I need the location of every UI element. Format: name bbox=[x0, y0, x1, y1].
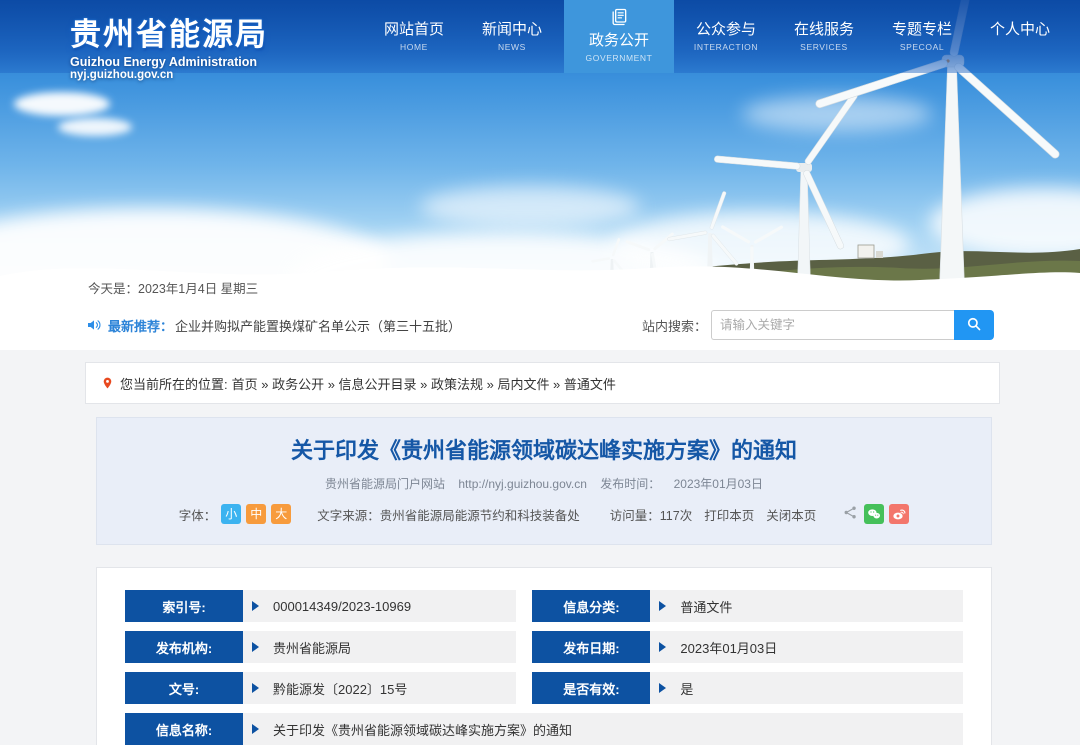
table-row-issuing-agency: 发布机构: 贵州省能源局 bbox=[125, 631, 516, 663]
site-logo-url: nyj.guizhou.gov.cn bbox=[70, 69, 342, 81]
breadcrumb-trail[interactable]: 首页 » 政务公开 » 信息公开目录 » 政策法规 » 局内文件 » 普通文件 bbox=[232, 374, 616, 393]
site-search: 站内搜索： bbox=[642, 310, 994, 340]
banner-photo: 贵州省能源局 Guizhou Energy Administration nyj… bbox=[0, 0, 1080, 300]
nav-item-label: 网站首页 bbox=[368, 18, 460, 39]
nav-item-sublabel: HOME bbox=[368, 42, 460, 52]
row-value: 关于印发《贵州省能源领域碳达峰实施方案》的通知 bbox=[243, 713, 963, 745]
row-label: 发布日期: bbox=[532, 631, 650, 663]
row-value: 000014349/2023-10969 bbox=[243, 590, 516, 622]
nav-item-label: 新闻中心 bbox=[466, 18, 558, 39]
article-title: 关于印发《贵州省能源领域碳达峰实施方案》的通知 bbox=[121, 438, 967, 464]
font-small-button[interactable]: 小 bbox=[221, 504, 241, 524]
visit-count: 访问量：117次 bbox=[610, 505, 692, 524]
text-source: 文字来源：贵州省能源局能源节约和科技装备处 bbox=[317, 505, 580, 524]
row-label: 是否有效: bbox=[532, 672, 650, 704]
speaker-icon bbox=[86, 317, 102, 333]
table-row-info-category: 信息分类: 普通文件 bbox=[532, 590, 963, 622]
nav-item-label: 个人中心 bbox=[974, 18, 1066, 39]
breadcrumb-prefix: 您当前所在的位置: bbox=[120, 374, 228, 393]
article-header-card: 关于印发《贵州省能源领域碳达峰实施方案》的通知 贵州省能源局门户网站 http:… bbox=[96, 417, 992, 545]
row-label: 信息名称: bbox=[125, 713, 243, 745]
search-button[interactable] bbox=[954, 310, 994, 340]
weibo-icon[interactable] bbox=[889, 504, 909, 524]
nav-item-interaction[interactable]: 公众参与 INTERACTION bbox=[680, 0, 772, 73]
page-body: 您当前所在的位置: 首页 » 政务公开 » 信息公开目录 » 政策法规 » 局内… bbox=[0, 350, 1080, 745]
table-row-validity: 是否有效: 是 bbox=[532, 672, 963, 704]
close-page-link[interactable]: 关闭本页 bbox=[766, 505, 816, 524]
share-nodes-icon[interactable] bbox=[842, 504, 859, 524]
nav-item-sublabel: SERVICES bbox=[778, 42, 870, 52]
row-value: 黔能源发〔2022〕15号 bbox=[243, 672, 516, 704]
nav-item-special[interactable]: 专题专栏 SPECOAL bbox=[876, 0, 968, 73]
publish-date: 2023年01月03日 bbox=[674, 477, 763, 491]
nav-item-label: 公众参与 bbox=[680, 18, 772, 39]
magnifier-icon bbox=[965, 315, 983, 336]
document-icon bbox=[564, 7, 674, 27]
row-value: 2023年01月03日 bbox=[650, 631, 963, 663]
row-label: 发布机构: bbox=[125, 631, 243, 663]
latest-recommend: 最新推荐： 企业并购拟产能置换煤矿名单公示（第三十五批） bbox=[86, 316, 461, 335]
source-url: http://nyj.guizhou.gov.cn bbox=[458, 477, 587, 491]
publish-label: 发布时间： bbox=[600, 477, 660, 491]
table-row-info-name: 信息名称: 关于印发《贵州省能源领域碳达峰实施方案》的通知 bbox=[125, 713, 963, 745]
share-bar bbox=[842, 504, 909, 524]
nav-item-personal-center[interactable]: 个人中心 bbox=[974, 0, 1066, 73]
row-label: 文号: bbox=[125, 672, 243, 704]
site-logo-subtitle: Guizhou Energy Administration bbox=[70, 55, 342, 69]
table-row-publish-date: 发布日期: 2023年01月03日 bbox=[532, 631, 963, 663]
site-logo-title: 贵州省能源局 bbox=[70, 9, 342, 54]
today-date-text: 今天是：2023年1月4日 星期三 bbox=[88, 278, 258, 297]
search-label: 站内搜索： bbox=[642, 316, 707, 335]
table-row-index-number: 索引号: 000014349/2023-10969 bbox=[125, 590, 516, 622]
nav-item-sublabel: SPECOAL bbox=[876, 42, 968, 52]
nav-item-sublabel: GOVERNMENT bbox=[564, 53, 674, 63]
nav-item-sublabel: NEWS bbox=[466, 42, 558, 52]
article-source-line: 贵州省能源局门户网站 http://nyj.guizhou.gov.cn 发布时… bbox=[121, 475, 967, 492]
nav-item-sublabel bbox=[974, 42, 1066, 51]
nav-item-home[interactable]: 网站首页 HOME bbox=[368, 0, 460, 73]
info-strip: 最新推荐： 企业并购拟产能置换煤矿名单公示（第三十五批） 站内搜索： bbox=[0, 300, 1080, 350]
print-page-link[interactable]: 打印本页 bbox=[704, 505, 754, 524]
nav-item-label: 政务公开 bbox=[564, 29, 674, 50]
recommend-label: 最新推荐： bbox=[108, 316, 173, 335]
row-value: 是 bbox=[650, 672, 963, 704]
font-size-label: 字体： bbox=[179, 505, 217, 524]
row-value: 普通文件 bbox=[650, 590, 963, 622]
search-input[interactable] bbox=[711, 310, 954, 340]
font-medium-button[interactable]: 中 bbox=[246, 504, 266, 524]
table-row-document-number: 文号: 黔能源发〔2022〕15号 bbox=[125, 672, 516, 704]
row-value: 贵州省能源局 bbox=[243, 631, 516, 663]
breadcrumb: 您当前所在的位置: 首页 » 政务公开 » 信息公开目录 » 政策法规 » 局内… bbox=[85, 362, 1000, 404]
main-menu: 网站首页 HOME 新闻中心 NEWS 政务公开 GOVERNMENT 公众参与… bbox=[368, 0, 1066, 73]
document-meta-card: 索引号: 000014349/2023-10969 信息分类: 普通文件 发布机… bbox=[96, 567, 992, 745]
article-meta-row: 字体： 小 中 大 文字来源：贵州省能源局能源节约和科技装备处 访问量：117次… bbox=[121, 504, 967, 524]
document-meta-table: 索引号: 000014349/2023-10969 信息分类: 普通文件 发布机… bbox=[125, 590, 963, 745]
top-navigation-bar: 贵州省能源局 Guizhou Energy Administration nyj… bbox=[0, 0, 1080, 73]
site-logo[interactable]: 贵州省能源局 Guizhou Energy Administration nyj… bbox=[70, 0, 342, 73]
source-site: 贵州省能源局门户网站 bbox=[325, 477, 445, 491]
nav-item-services[interactable]: 在线服务 SERVICES bbox=[778, 0, 870, 73]
row-label: 索引号: bbox=[125, 590, 243, 622]
nav-item-label: 专题专栏 bbox=[876, 18, 968, 39]
nav-item-news[interactable]: 新闻中心 NEWS bbox=[466, 0, 558, 73]
nav-item-government-active[interactable]: 政务公开 GOVERNMENT bbox=[564, 0, 674, 73]
nav-item-label: 在线服务 bbox=[778, 18, 870, 39]
wechat-icon[interactable] bbox=[864, 504, 884, 524]
row-label: 信息分类: bbox=[532, 590, 650, 622]
nav-item-sublabel: INTERACTION bbox=[680, 42, 772, 52]
recommend-link[interactable]: 企业并购拟产能置换煤矿名单公示（第三十五批） bbox=[175, 316, 461, 335]
font-large-button[interactable]: 大 bbox=[271, 504, 291, 524]
map-pin-icon bbox=[101, 375, 114, 391]
